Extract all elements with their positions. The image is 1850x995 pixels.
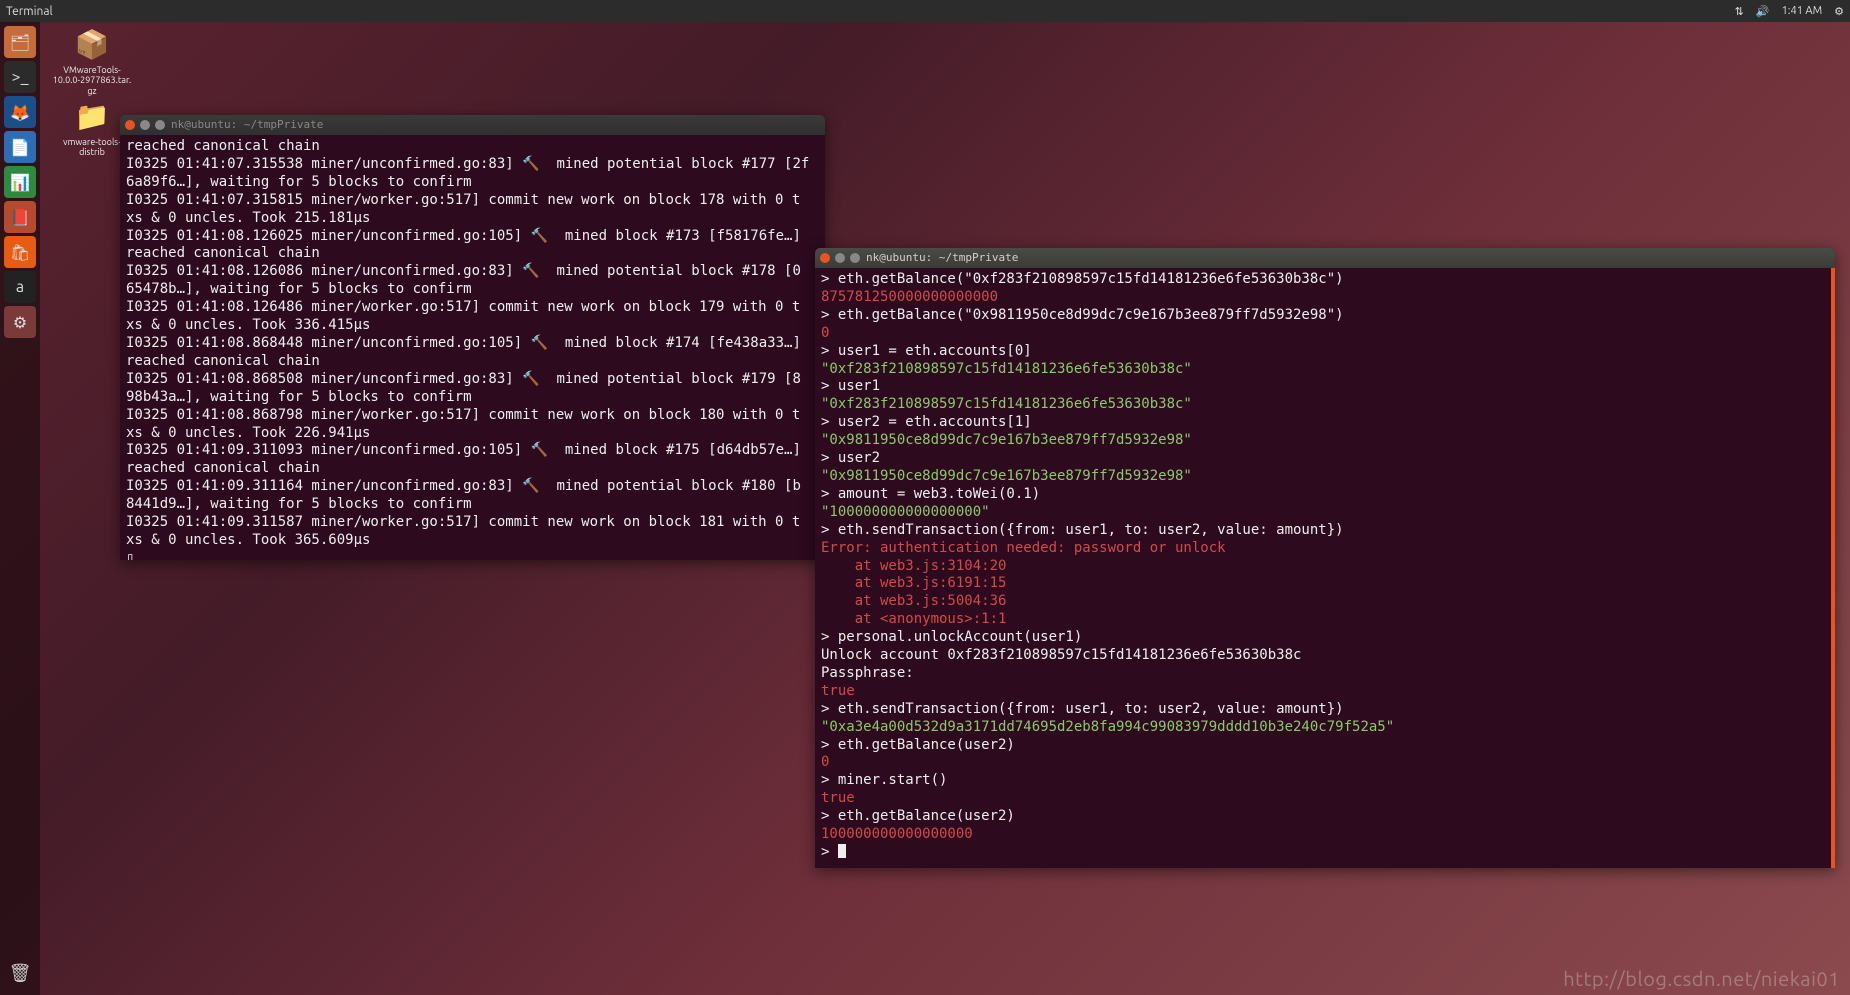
terminal-line: Error: authentication needed: password o… (821, 540, 1829, 558)
terminal-line: > eth.getBalance(user2) (821, 737, 1829, 755)
terminal-line: "0xa3e4a00d532d9a3171dd74695d2eb8fa994c9… (821, 719, 1829, 737)
terminal-icon[interactable]: >_ (4, 61, 36, 93)
archive-icon: 📦 (75, 28, 110, 62)
window-title: nk@ubuntu: ~/tmpPrivate (866, 251, 1018, 265)
firefox-icon[interactable]: 🦊 (4, 96, 36, 128)
window-titlebar[interactable]: nk@ubuntu: ~/tmpPrivate (120, 115, 825, 135)
terminal-line: > amount = web3.toWei(0.1) (821, 486, 1829, 504)
terminal-line: > miner.start() (821, 772, 1829, 790)
terminal-line: xs & 0 uncles. Took 215.181µs (126, 210, 819, 228)
terminal-line: > personal.unlockAccount(user1) (821, 629, 1829, 647)
terminal-line: "0x9811950ce8d99dc7c9e167b3ee879ff7d5932… (821, 468, 1829, 486)
terminal-line: 8441d9…], waiting for 5 blocks to confir… (126, 496, 819, 514)
desktop-label: vmware-tools- distrib (63, 137, 121, 159)
terminal-line: ▯ (126, 550, 819, 560)
terminal-line: reached canonical chain (126, 460, 819, 478)
terminal-line: at <anonymous>:1:1 (821, 611, 1829, 629)
trash-icon[interactable]: 🗑 (4, 957, 36, 989)
terminal-line: I0325 01:41:08.868508 miner/unconfirmed.… (126, 371, 819, 389)
focused-app: Terminal (6, 5, 53, 18)
terminal-line: 65478b…], waiting for 5 blocks to confir… (126, 281, 819, 299)
watermark-text: http://blog.csdn.net/niekai01 (1563, 967, 1840, 990)
settings-icon[interactable]: ⚙ (4, 306, 36, 338)
cursor (838, 844, 846, 858)
terminal-line: I0325 01:41:09.311164 miner/unconfirmed.… (126, 478, 819, 496)
terminal-line: "0xf283f210898597c15fd14181236e6fe53630b… (821, 396, 1829, 414)
terminal-line: true (821, 790, 1829, 808)
terminal-line: 0 (821, 754, 1829, 772)
window-titlebar[interactable]: nk@ubuntu: ~/tmpPrivate (815, 248, 1835, 268)
network-icon[interactable]: ⇅ (1735, 5, 1744, 18)
terminal-line: reached canonical chain (126, 353, 819, 371)
terminal-line: 875781250000000000000 (821, 289, 1829, 307)
terminal-line: at web3.js:6191:15 (821, 575, 1829, 593)
terminal-window-geth[interactable]: nk@ubuntu: ~/tmpPrivate > eth.getBalance… (815, 248, 1835, 868)
terminal-window-miner[interactable]: nk@ubuntu: ~/tmpPrivate reached canonica… (120, 115, 825, 560)
terminal-line: > user2 = eth.accounts[1] (821, 414, 1829, 432)
desktop-file-archive[interactable]: 📦 VMwareTools- 10.0.0-2977863.tar. gz (48, 28, 136, 97)
terminal-line: at web3.js:3104:20 (821, 558, 1829, 576)
terminal-line: Unlock account 0xf283f210898597c15fd1418… (821, 647, 1829, 665)
window-title: nk@ubuntu: ~/tmpPrivate (171, 118, 323, 132)
terminal-line: I0325 01:41:07.315538 miner/unconfirmed.… (126, 156, 819, 174)
close-icon[interactable] (125, 120, 135, 130)
terminal-line: I0325 01:41:08.868798 miner/worker.go:51… (126, 407, 819, 425)
terminal-line: I0325 01:41:08.868448 miner/unconfirmed.… (126, 335, 819, 353)
terminal-line: > eth.getBalance("0x9811950ce8d99dc7c9e1… (821, 307, 1829, 325)
maximize-icon[interactable] (850, 253, 860, 263)
terminal-line: > user1 = eth.accounts[0] (821, 343, 1829, 361)
terminal-content[interactable]: > eth.getBalance("0xf283f210898597c15fd1… (815, 268, 1835, 868)
gear-icon[interactable]: ⚙ (1834, 5, 1844, 18)
terminal-line: > eth.getBalance("0xf283f210898597c15fd1… (821, 271, 1829, 289)
terminal-line: I0325 01:41:08.126486 miner/worker.go:51… (126, 299, 819, 317)
calc-icon[interactable]: 📊 (4, 166, 36, 198)
terminal-line: > user1 (821, 378, 1829, 396)
maximize-icon[interactable] (155, 120, 165, 130)
scrollbar[interactable] (1831, 268, 1835, 868)
minimize-icon[interactable] (835, 253, 845, 263)
software-icon[interactable]: 🛍 (4, 236, 36, 268)
impress-icon[interactable]: 📕 (4, 201, 36, 233)
terminal-line: at web3.js:5004:36 (821, 593, 1829, 611)
terminal-line: 98b43a…], waiting for 5 blocks to confir… (126, 389, 819, 407)
unity-launcher: 🗂>_🦊📄📊📕🛍a⚙ 🗑 (0, 22, 40, 995)
terminal-line: Passphrase: (821, 665, 1829, 683)
terminal-line: I0325 01:41:09.311093 miner/unconfirmed.… (126, 442, 819, 460)
terminal-line: I0325 01:41:07.315815 miner/worker.go:51… (126, 192, 819, 210)
terminal-line: > user2 (821, 450, 1829, 468)
terminal-line: xs & 0 uncles. Took 226.941µs (126, 425, 819, 443)
files-icon[interactable]: 🗂 (4, 26, 36, 58)
terminal-line: xs & 0 uncles. Took 365.609µs (126, 532, 819, 550)
desktop-label: VMwareTools- 10.0.0-2977863.tar. gz (53, 65, 131, 97)
writer-icon[interactable]: 📄 (4, 131, 36, 163)
terminal-line: 100000000000000000 (821, 826, 1829, 844)
terminal-line: reached canonical chain (126, 138, 819, 156)
terminal-line: reached canonical chain (126, 245, 819, 263)
terminal-line: > (821, 844, 1829, 862)
terminal-line: 6a89f6…], waiting for 5 blocks to confir… (126, 174, 819, 192)
terminal-line: I0325 01:41:08.126025 miner/unconfirmed.… (126, 228, 819, 246)
folder-icon: 📁 (75, 100, 110, 134)
terminal-line: > eth.sendTransaction({from: user1, to: … (821, 701, 1829, 719)
terminal-content[interactable]: reached canonical chainI0325 01:41:07.31… (120, 135, 825, 560)
terminal-line: > eth.sendTransaction({from: user1, to: … (821, 522, 1829, 540)
terminal-line: "0xf283f210898597c15fd14181236e6fe53630b… (821, 361, 1829, 379)
sound-icon[interactable]: 🔊 (1756, 5, 1770, 18)
close-icon[interactable] (820, 253, 830, 263)
terminal-line: I0325 01:41:08.126086 miner/unconfirmed.… (126, 263, 819, 281)
terminal-line: 0 (821, 325, 1829, 343)
amazon-icon[interactable]: a (4, 271, 36, 303)
minimize-icon[interactable] (140, 120, 150, 130)
menu-bar: Terminal ⇅ 🔊 1:41 AM ⚙ (0, 0, 1850, 22)
terminal-line: xs & 0 uncles. Took 336.415µs (126, 317, 819, 335)
terminal-line: "0x9811950ce8d99dc7c9e167b3ee879ff7d5932… (821, 432, 1829, 450)
clock[interactable]: 1:41 AM (1782, 5, 1823, 17)
terminal-line: > eth.getBalance(user2) (821, 808, 1829, 826)
terminal-line: true (821, 683, 1829, 701)
terminal-line: I0325 01:41:09.311587 miner/worker.go:51… (126, 514, 819, 532)
terminal-line: "100000000000000000" (821, 504, 1829, 522)
